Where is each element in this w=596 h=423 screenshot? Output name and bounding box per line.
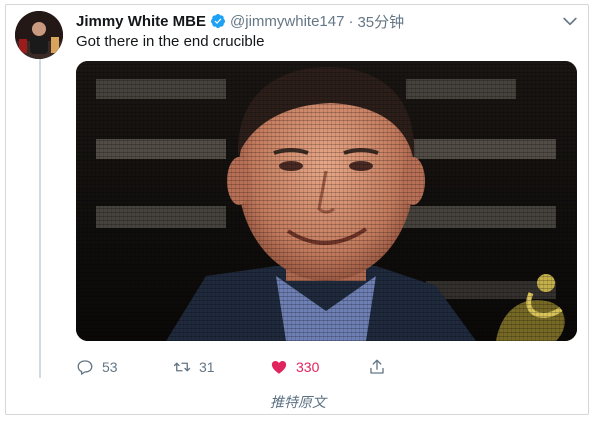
retweet-button[interactable]: 31 <box>173 355 215 379</box>
tweet-media[interactable] <box>76 61 577 341</box>
avatar[interactable] <box>15 11 63 59</box>
separator-dot: · <box>348 12 354 30</box>
reply-button[interactable]: 53 <box>76 355 118 379</box>
tweet-text: Got there in the end crucible <box>76 33 265 50</box>
share-icon <box>370 359 384 374</box>
reply-count: 53 <box>102 359 118 375</box>
timestamp[interactable]: 35分钟 <box>357 11 404 32</box>
like-button[interactable]: 330 <box>270 355 319 379</box>
retweet-icon <box>173 362 191 372</box>
retweet-count: 31 <box>199 359 215 375</box>
share-button[interactable] <box>368 355 386 379</box>
thread-line <box>39 56 41 378</box>
tweet-actions: 53 31 330 <box>76 355 406 379</box>
display-name[interactable]: Jimmy White MBE <box>76 13 206 30</box>
reply-icon <box>77 360 93 375</box>
verified-badge-icon <box>211 14 226 28</box>
like-count: 330 <box>296 359 320 375</box>
media-image <box>76 61 577 341</box>
chevron-down-icon[interactable] <box>560 11 580 31</box>
avatar-image <box>15 11 63 59</box>
view-original-link[interactable]: 推特原文 <box>0 392 596 412</box>
heart-icon <box>271 361 287 374</box>
tweet-header: Jimmy White MBE @jimmywhite147 · 35分钟 <box>76 11 404 31</box>
handle[interactable]: @jimmywhite147 <box>230 13 344 30</box>
